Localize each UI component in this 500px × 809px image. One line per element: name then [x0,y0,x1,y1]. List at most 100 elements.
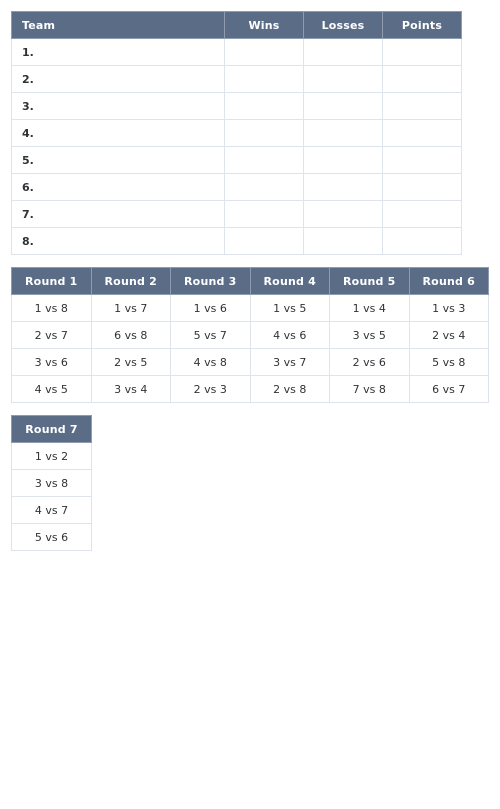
table-row: 1. [11,38,462,66]
rounds-match-cell[interactable]: 4 vs 6 [249,321,330,349]
standings-table-body: 1. 2. 3. 4. 5. 6. 7. 8. [11,38,462,255]
rounds-match-cell[interactable]: 2 vs 5 [90,348,171,376]
rounds-match-cell[interactable]: 2 vs 7 [11,321,92,349]
cell-wins[interactable] [224,92,304,120]
table-row: 5. [11,146,462,174]
cell-points[interactable] [382,146,462,174]
cell-wins[interactable] [224,38,304,66]
cell-wins[interactable] [224,65,304,93]
standings-table: Team Wins Losses Points 1. 2. 3. 4. 5. 6. 7. 8. [11,11,462,255]
rounds-secondary-body: 1 vs 23 vs 84 vs 75 vs 6 [11,442,92,551]
standings-table-head: Team Wins Losses Points [11,11,462,39]
cell-points[interactable] [382,38,462,66]
rounds-match-cell[interactable]: 4 vs 8 [170,348,251,376]
table-row: 4 vs 53 vs 42 vs 32 vs 87 vs 86 vs 7 [11,375,489,403]
cell-losses[interactable] [303,173,383,201]
cell-wins[interactable] [224,200,304,228]
rounds-column-header-1: Round 1 [11,267,92,295]
cell-team-rank[interactable]: 7. [11,200,225,228]
rounds-match-cell[interactable]: 6 vs 8 [90,321,171,349]
table-spacer [11,255,500,267]
column-header-wins: Wins [224,11,304,39]
table-row: 1 vs 81 vs 71 vs 61 vs 51 vs 41 vs 3 [11,294,489,322]
standings-header-row: Team Wins Losses Points [11,11,462,39]
table-row: 5 vs 6 [11,523,92,551]
cell-losses[interactable] [303,38,383,66]
rounds-match-cell[interactable]: 4 vs 5 [11,375,92,403]
cell-points[interactable] [382,65,462,93]
cell-losses[interactable] [303,200,383,228]
table-row: 3. [11,92,462,120]
rounds-match-cell[interactable]: 1 vs 7 [90,294,171,322]
round7-match-cell[interactable]: 5 vs 6 [11,523,92,551]
rounds-match-cell[interactable]: 1 vs 3 [408,294,489,322]
rounds-match-cell[interactable]: 1 vs 4 [329,294,410,322]
cell-points[interactable] [382,227,462,255]
cell-team-rank[interactable]: 8. [11,227,225,255]
rounds-match-cell[interactable]: 7 vs 8 [329,375,410,403]
rounds-table-body: 1 vs 81 vs 71 vs 61 vs 51 vs 41 vs 32 vs… [11,294,489,403]
cell-points[interactable] [382,200,462,228]
cell-team-rank[interactable]: 2. [11,65,225,93]
cell-losses[interactable] [303,146,383,174]
round7-match-cell[interactable]: 3 vs 8 [11,469,92,497]
table-row: 3 vs 8 [11,469,92,497]
rounds-match-cell[interactable]: 5 vs 7 [170,321,251,349]
table-row: 2. [11,65,462,93]
table-row: 3 vs 62 vs 54 vs 83 vs 72 vs 65 vs 8 [11,348,489,376]
cell-wins[interactable] [224,119,304,147]
cell-wins[interactable] [224,173,304,201]
rounds-match-cell[interactable]: 5 vs 8 [408,348,489,376]
table-row: 6. [11,173,462,201]
rounds-column-header-5: Round 5 [329,267,410,295]
rounds-match-cell[interactable]: 2 vs 8 [249,375,330,403]
cell-team-rank[interactable]: 3. [11,92,225,120]
cell-wins[interactable] [224,146,304,174]
rounds-header-row: Round 1 Round 2 Round 3 Round 4 Round 5 Round… [11,267,489,295]
cell-team-rank[interactable]: 6. [11,173,225,201]
rounds-column-header-6: Round 6 [408,267,489,295]
rounds-match-cell[interactable]: 3 vs 7 [249,348,330,376]
table-row: 7. [11,200,462,228]
round7-match-cell[interactable]: 4 vs 7 [11,496,92,524]
rounds-match-cell[interactable]: 3 vs 6 [11,348,92,376]
cell-team-rank[interactable]: 5. [11,146,225,174]
table-row: 2 vs 76 vs 85 vs 74 vs 63 vs 52 vs 4 [11,321,489,349]
rounds-match-cell[interactable]: 1 vs 5 [249,294,330,322]
rounds-match-cell[interactable]: 1 vs 8 [11,294,92,322]
table-row: 4 vs 7 [11,496,92,524]
rounds-table-primary: Round 1 Round 2 Round 3 Round 4 Round 5 Round… [11,267,489,403]
cell-team-rank[interactable]: 4. [11,119,225,147]
rounds-match-cell[interactable]: 1 vs 6 [170,294,251,322]
rounds-match-cell[interactable]: 2 vs 4 [408,321,489,349]
rounds-secondary-head: Round 7 [11,415,92,443]
rounds-match-cell[interactable]: 6 vs 7 [408,375,489,403]
table-row: 1 vs 2 [11,442,92,470]
rounds-table-head: Round 1 Round 2 Round 3 Round 4 Round 5 Round… [11,267,489,295]
table-spacer-secondary [11,403,500,415]
cell-losses[interactable] [303,65,383,93]
round7-match-cell[interactable]: 1 vs 2 [11,442,92,470]
rounds-match-cell[interactable]: 2 vs 6 [329,348,410,376]
cell-losses[interactable] [303,92,383,120]
rounds-column-header-3: Round 3 [170,267,251,295]
rounds-secondary-header-row: Round 7 [11,415,92,443]
column-header-team: Team [11,11,225,39]
cell-losses[interactable] [303,119,383,147]
rounds-match-cell[interactable]: 2 vs 3 [170,375,251,403]
cell-losses[interactable] [303,227,383,255]
cell-points[interactable] [382,119,462,147]
cell-points[interactable] [382,173,462,201]
rounds-table-secondary: Round 7 1 vs 23 vs 84 vs 75 vs 6 [11,415,92,551]
table-row: 4. [11,119,462,147]
cell-team-rank[interactable]: 1. [11,38,225,66]
rounds-match-cell[interactable]: 3 vs 5 [329,321,410,349]
page-container: Team Wins Losses Points 1. 2. 3. 4. 5. 6. 7. 8.… [0,0,500,551]
rounds-match-cell[interactable]: 3 vs 4 [90,375,171,403]
cell-wins[interactable] [224,227,304,255]
cell-points[interactable] [382,92,462,120]
round7-column-header-1: Round 7 [11,415,92,443]
rounds-column-header-4: Round 4 [249,267,330,295]
column-header-losses: Losses [303,11,383,39]
rounds-column-header-2: Round 2 [90,267,171,295]
